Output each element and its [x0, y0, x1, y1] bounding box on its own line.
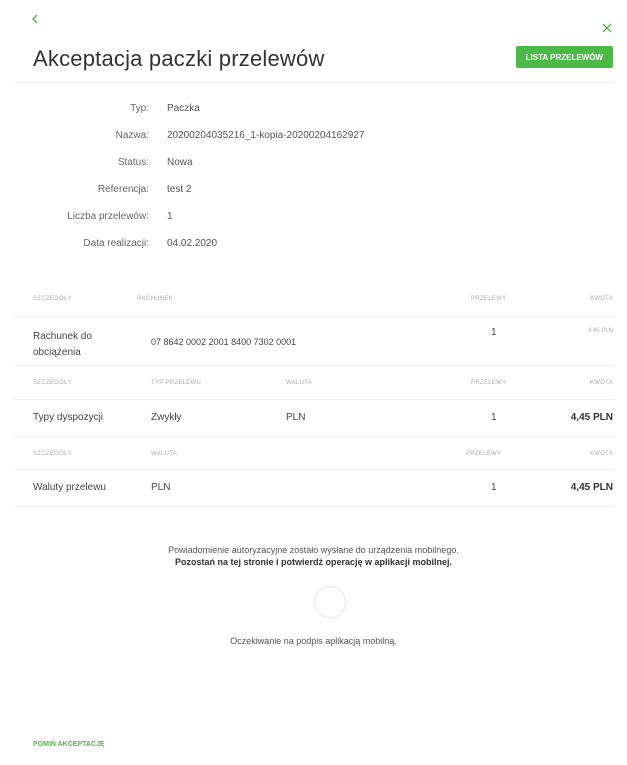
- row-count: 1: [491, 482, 497, 493]
- info-value: Nowa: [167, 157, 193, 168]
- info-value: 1: [167, 211, 173, 222]
- authorization-notice: Powiadomienie autoryzacyjne zostało wysł…: [168, 545, 459, 555]
- column-header: KWOTA: [589, 380, 613, 386]
- column-header: SZCZEGÓŁY: [33, 296, 73, 302]
- divider: [13, 316, 614, 317]
- chevron-left-icon[interactable]: [30, 12, 42, 28]
- info-value: 04.02.2020: [167, 238, 218, 249]
- column-header: WALUTA: [286, 380, 313, 386]
- column-header: SZCZEGÓŁY: [33, 380, 73, 386]
- info-row-date: Data realizacji: 04.02.2020: [0, 238, 627, 254]
- skip-acceptance-link[interactable]: POMIŃ AKCEPTACJĘ: [33, 741, 105, 748]
- transfer-list-button[interactable]: LISTA PRZELEWÓW: [515, 46, 613, 68]
- column-header: TYP PRZELEWU: [151, 380, 202, 386]
- row-details: Waluty przelewu: [33, 482, 106, 493]
- column-header: KWOTA: [589, 451, 613, 457]
- row-currency: PLN: [286, 412, 306, 423]
- column-header: PRZELEWY: [466, 451, 502, 457]
- column-header: PRZELEWY: [471, 296, 507, 302]
- authorization-instruction: Pozostań na tej stronie i potwierdź oper…: [174, 557, 453, 567]
- divider: [13, 82, 614, 83]
- info-label: Data realizacji:: [83, 238, 149, 249]
- column-header: SZCZEGÓŁY: [33, 451, 73, 457]
- column-header: PRZELEWY: [471, 380, 507, 386]
- row-account: 07 8642 0002 2001 8400 7302 0001: [151, 337, 297, 347]
- info-label: Nazwa:: [115, 130, 149, 141]
- divider: [13, 506, 614, 507]
- row-amount: 4,45 PLN: [587, 328, 613, 334]
- info-row-name: Nazwa: 20200204035216_1-kopia-2020020416…: [0, 130, 627, 146]
- row-count: 1: [491, 327, 497, 338]
- info-label: Status:: [117, 157, 149, 168]
- info-label: Referencja:: [97, 184, 149, 195]
- divider: [13, 399, 614, 400]
- row-amount: 4,45 PLN: [570, 412, 613, 423]
- loading-spinner: [314, 586, 346, 618]
- row-currency: PLN: [151, 482, 171, 493]
- info-value: Paczka: [167, 103, 200, 114]
- info-value: 20200204035216_1-kopia-20200204162927: [167, 130, 365, 141]
- info-label: Typ:: [130, 103, 149, 114]
- row-count: 1: [491, 412, 497, 423]
- close-icon[interactable]: [601, 20, 613, 36]
- column-header: RACHUNEK: [137, 296, 174, 302]
- column-header: KWOTA: [589, 296, 613, 302]
- info-row-type: Typ: Paczka: [0, 103, 627, 119]
- page-title: Akceptacja paczki przelewów: [33, 46, 325, 71]
- info-label: Liczba przelewów:: [67, 211, 149, 222]
- waiting-message: Oczekiwanie na podpis aplikacją mobilną.: [230, 636, 397, 646]
- row-details: Typy dyspozycji: [33, 412, 104, 423]
- column-header: WALUTA: [151, 451, 178, 457]
- divider: [13, 365, 614, 366]
- row-details: Rachunek do obciążenia: [33, 331, 92, 358]
- divider: [13, 436, 614, 437]
- info-value: test 2: [167, 184, 192, 195]
- row-amount: 4,45 PLN: [570, 482, 613, 493]
- info-row-status: Status: Nowa: [0, 157, 627, 173]
- divider: [13, 469, 614, 470]
- info-row-count: Liczba przelewów: 1: [0, 211, 627, 227]
- info-row-reference: Referencja: test 2: [0, 184, 627, 200]
- row-type: Zwykły: [151, 412, 182, 423]
